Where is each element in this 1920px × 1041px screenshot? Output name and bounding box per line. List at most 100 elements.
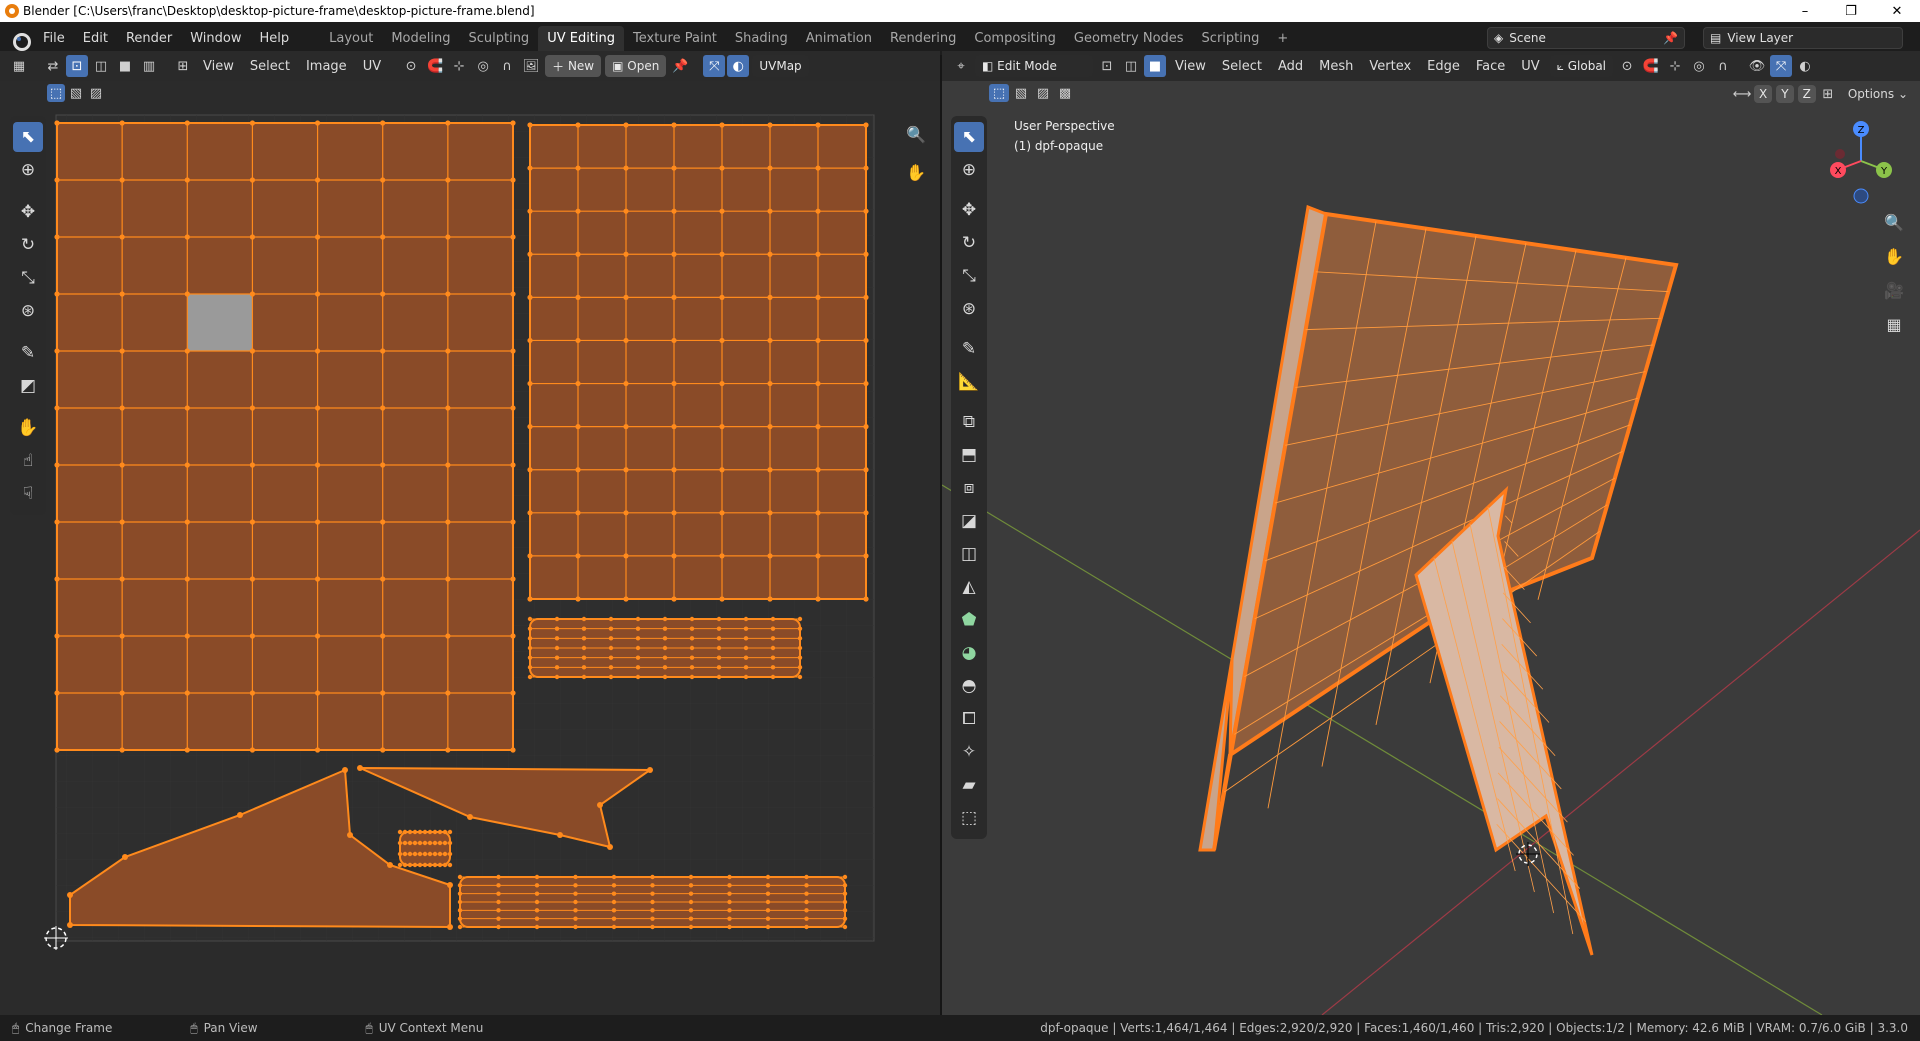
move-tool-icon[interactable]: ✥: [13, 197, 43, 227]
edge-select-icon[interactable]: ◫: [90, 55, 112, 77]
face-select-icon[interactable]: ■: [114, 55, 136, 77]
tab-geometry-nodes[interactable]: Geometry Nodes: [1065, 26, 1193, 51]
navigation-gizmo[interactable]: Z Y X: [1826, 116, 1896, 206]
proportional-edit-icon[interactable]: ◎: [472, 55, 494, 77]
maximize-button[interactable]: ❐: [1828, 0, 1874, 22]
vp-gizmo-toggle-icon[interactable]: ⤧: [1770, 55, 1793, 77]
add-workspace-button[interactable]: +: [1268, 26, 1297, 51]
relax-tool-icon[interactable]: ☝: [13, 446, 43, 476]
options-dropdown[interactable]: Options ⌄: [1848, 87, 1908, 101]
vp-zoom-icon[interactable]: 🔍: [1880, 208, 1908, 236]
vp-transform-tool-icon[interactable]: ⊛: [954, 294, 984, 324]
scale-tool-icon[interactable]: ⤡: [13, 263, 43, 293]
menu-help[interactable]: Help: [251, 31, 299, 46]
axis-y-button[interactable]: Y: [1776, 85, 1794, 103]
3d-cursor-icon[interactable]: [1516, 842, 1540, 866]
axis-z-button[interactable]: Z: [1797, 85, 1816, 103]
overlay-toggle-icon[interactable]: ◐: [727, 55, 750, 77]
vp-select-tool-icon[interactable]: ⬉: [954, 122, 984, 152]
edge-mode-icon[interactable]: ◫: [1120, 55, 1142, 77]
uv-island-back[interactable]: [527, 122, 869, 602]
tab-texture-paint[interactable]: Texture Paint: [624, 26, 726, 51]
open-image-button[interactable]: ▣ Open: [605, 55, 667, 77]
vp-snap-target-icon[interactable]: ⊹: [1664, 55, 1686, 77]
vp-select-subtract-icon[interactable]: ▨: [1033, 84, 1053, 102]
image-browse-icon[interactable]: 🖼: [520, 55, 542, 77]
blender-logo-icon[interactable]: [10, 30, 31, 51]
viewport-editor-type-icon[interactable]: ⌖: [950, 55, 972, 77]
orientation-selector[interactable]: ⟀ Global: [1549, 55, 1614, 77]
snap-icon[interactable]: 🧲: [424, 55, 446, 77]
editor-type-icon[interactable]: ▦: [8, 55, 30, 77]
rotate-tool-icon[interactable]: ↻: [13, 230, 43, 260]
rip-region-tool-icon[interactable]: ◩: [13, 371, 43, 401]
sticky-selection-icon[interactable]: ⊞: [172, 55, 194, 77]
close-button[interactable]: ✕: [1874, 0, 1920, 22]
tab-rendering[interactable]: Rendering: [881, 26, 965, 51]
menu-window[interactable]: Window: [181, 31, 250, 46]
view-layer-selector[interactable]: ▤ View Layer: [1703, 27, 1903, 49]
vp-menu-select[interactable]: Select: [1214, 59, 1270, 74]
falloff-icon[interactable]: ∩: [496, 55, 518, 77]
vp-menu-vertex[interactable]: Vertex: [1361, 59, 1419, 74]
vp-cursor-tool-icon[interactable]: ⊕: [954, 155, 984, 185]
pivot-icon[interactable]: ⊙: [400, 55, 422, 77]
vp-menu-add[interactable]: Add: [1270, 59, 1311, 74]
pinch-tool-icon[interactable]: ☟: [13, 479, 43, 509]
bevel-tool-icon[interactable]: ◪: [954, 506, 984, 536]
face-mode-icon[interactable]: ■: [1144, 55, 1166, 77]
mode-selector[interactable]: ◧ Edit Mode: [975, 55, 1093, 77]
menu-render[interactable]: Render: [117, 31, 181, 46]
tab-modeling[interactable]: Modeling: [382, 26, 459, 51]
scene-selector[interactable]: ◈ Scene 📌: [1487, 27, 1685, 49]
vp-move-tool-icon[interactable]: ✥: [954, 195, 984, 225]
zoom-icon[interactable]: 🔍: [902, 120, 930, 148]
gizmo-neg-x[interactable]: [1835, 149, 1845, 159]
shear-tool-icon[interactable]: ▰: [954, 770, 984, 800]
uv-menu-image[interactable]: Image: [298, 59, 355, 74]
add-cube-tool-icon[interactable]: ⧉: [954, 407, 984, 437]
pin-image-icon[interactable]: 📌: [669, 55, 691, 77]
annotate-tool-icon[interactable]: ✎: [13, 338, 43, 368]
vp-scale-tool-icon[interactable]: ⤡: [954, 261, 984, 291]
vp-menu-face[interactable]: Face: [1468, 59, 1513, 74]
edge-slide-tool-icon[interactable]: ⧠: [954, 704, 984, 734]
vp-menu-mesh[interactable]: Mesh: [1311, 59, 1361, 74]
vp-menu-edge[interactable]: Edge: [1419, 59, 1468, 74]
tweak-tool-icon[interactable]: ⬉: [13, 122, 43, 152]
poly-build-tool-icon[interactable]: ⬟: [954, 605, 984, 635]
uv-menu-uv[interactable]: UV: [355, 59, 389, 74]
select-extend-icon[interactable]: ▧: [67, 84, 85, 102]
inset-tool-icon[interactable]: ⧈: [954, 473, 984, 503]
island-select-icon[interactable]: ▥: [138, 55, 160, 77]
vp-menu-view[interactable]: View: [1167, 59, 1214, 74]
vp-falloff-icon[interactable]: ∩: [1712, 55, 1734, 77]
uv-island-stand-strip[interactable]: [457, 874, 848, 930]
viewport-canvas[interactable]: [942, 110, 1920, 1015]
vp-menu-uv[interactable]: UV: [1513, 59, 1547, 74]
knife-tool-icon[interactable]: ◭: [954, 572, 984, 602]
menu-file[interactable]: File: [34, 31, 74, 46]
minimize-button[interactable]: –: [1782, 0, 1828, 22]
pivot-point-icon[interactable]: ⊙: [1616, 55, 1638, 77]
smooth-tool-icon[interactable]: ◓: [954, 671, 984, 701]
spin-tool-icon[interactable]: ◕: [954, 638, 984, 668]
auto-merge-icon[interactable]: ⊞: [1819, 85, 1837, 103]
ortho-toggle-icon[interactable]: ▦: [1880, 310, 1908, 338]
uv-island-small[interactable]: [397, 829, 453, 868]
menu-edit[interactable]: Edit: [74, 31, 117, 46]
camera-view-icon[interactable]: 🎥: [1880, 276, 1908, 304]
tab-animation[interactable]: Animation: [797, 26, 881, 51]
uvmap-selector[interactable]: UVMap: [752, 55, 809, 77]
tab-layout[interactable]: Layout: [320, 26, 382, 51]
extrude-tool-icon[interactable]: ⬒: [954, 440, 984, 470]
uv-canvas[interactable]: [40, 105, 900, 965]
uv-menu-select[interactable]: Select: [242, 59, 298, 74]
new-image-button[interactable]: ＋ New: [545, 55, 602, 77]
tab-uv-editing[interactable]: UV Editing: [538, 26, 625, 51]
vp-pan-hand-icon[interactable]: ✋: [1880, 242, 1908, 270]
grab-tool-icon[interactable]: ✋: [13, 413, 43, 443]
uv-menu-view[interactable]: View: [195, 59, 242, 74]
vp-overlay-icon[interactable]: ◐: [1794, 55, 1816, 77]
vp-rotate-tool-icon[interactable]: ↻: [954, 228, 984, 258]
